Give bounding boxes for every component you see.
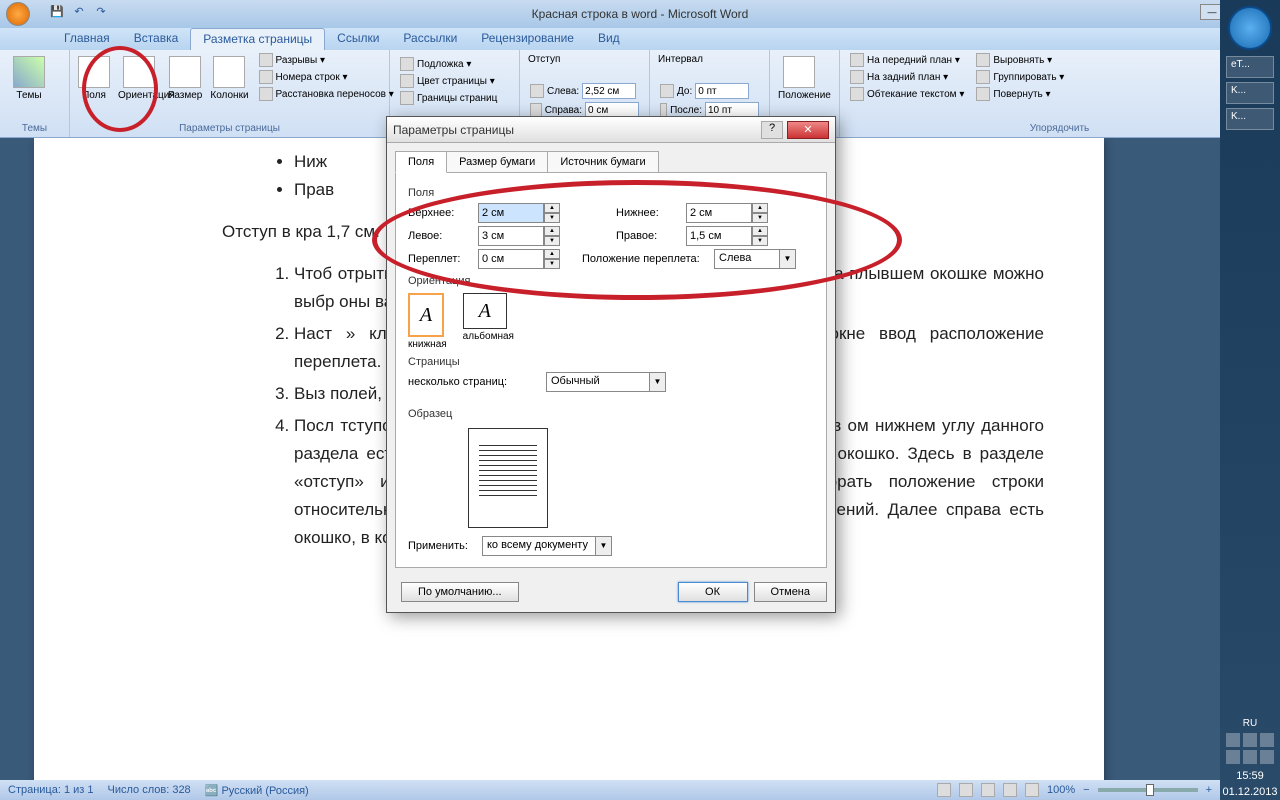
watermark-button[interactable]: Подложка ▾ [396, 56, 513, 72]
dialog-tab-margins[interactable]: Поля [395, 151, 447, 173]
taskbar-item[interactable]: K... [1226, 108, 1274, 130]
tray-icon[interactable] [1260, 750, 1274, 764]
tray-icon[interactable] [1243, 750, 1257, 764]
margin-top-input[interactable] [478, 203, 544, 223]
indent-left-input[interactable] [582, 83, 636, 99]
dialog-title: Параметры страницы [393, 123, 761, 137]
view-reading-icon[interactable] [959, 783, 973, 797]
taskbar-item[interactable]: K... [1226, 82, 1274, 104]
view-web-icon[interactable] [981, 783, 995, 797]
breaks-button[interactable]: Разрывы ▾ [255, 52, 398, 68]
margin-bottom-input[interactable] [686, 203, 752, 223]
status-page[interactable]: Страница: 1 из 1 [8, 784, 94, 796]
send-back-button[interactable]: На задний план ▾ [846, 69, 968, 85]
save-icon[interactable]: 💾 [48, 5, 66, 23]
multiple-pages-combo[interactable]: Обычный▼ [546, 372, 666, 392]
status-language[interactable]: 🔤 Русский (Россия) [205, 784, 309, 797]
titlebar: 💾 ↶ ↷ Красная строка в word - Microsoft … [0, 0, 1280, 28]
zoom-slider[interactable] [1098, 788, 1198, 792]
view-draft-icon[interactable] [1025, 783, 1039, 797]
tab-insert[interactable]: Вставка [122, 28, 191, 50]
tab-references[interactable]: Ссылки [325, 28, 391, 50]
margin-left-input[interactable] [478, 226, 544, 246]
windows-taskbar: eT... K... K... RU 15:59 01.12.2013 [1220, 0, 1280, 800]
status-words[interactable]: Число слов: 328 [108, 784, 191, 796]
cancel-button[interactable]: Отмена [754, 582, 827, 602]
tab-review[interactable]: Рецензирование [469, 28, 586, 50]
dialog-tab-paper[interactable]: Размер бумаги [446, 151, 548, 173]
start-button[interactable] [1228, 6, 1272, 50]
tray-icon[interactable] [1226, 750, 1240, 764]
margins-button[interactable]: Поля [76, 52, 112, 123]
undo-icon[interactable]: ↶ [70, 5, 88, 23]
clock-date[interactable]: 01.12.2013 [1220, 784, 1280, 800]
rotate-button[interactable]: Повернуть ▾ [972, 86, 1068, 102]
status-bar: Страница: 1 из 1 Число слов: 328 🔤 Русск… [0, 780, 1220, 800]
office-button[interactable] [4, 0, 40, 28]
align-button[interactable]: Выровнять ▾ [972, 52, 1068, 68]
clock-time[interactable]: 15:59 [1220, 768, 1280, 784]
redo-icon[interactable]: ↷ [92, 5, 110, 23]
spacing-before-input[interactable] [695, 83, 749, 99]
text-wrap-button[interactable]: Обтекание текстом ▾ [846, 86, 968, 102]
gutter-position-combo[interactable]: Слева▼ [714, 249, 796, 269]
tray-icon[interactable] [1260, 733, 1274, 747]
tab-view[interactable]: Вид [586, 28, 632, 50]
page-setup-dialog: Параметры страницы ? ✕ Поля Размер бумаг… [386, 116, 836, 613]
preview-box [468, 428, 548, 528]
orientation-portrait[interactable]: A книжная [408, 293, 447, 350]
indent-right-icon [530, 103, 542, 117]
page-borders-button[interactable]: Границы страниц [396, 90, 513, 106]
view-outline-icon[interactable] [1003, 783, 1017, 797]
orientation-button[interactable]: Ориентация [116, 52, 162, 123]
tab-mailings[interactable]: Рассылки [391, 28, 469, 50]
window-title: Красная строка в word - Microsoft Word [532, 7, 749, 21]
margin-right-input[interactable] [686, 226, 752, 246]
zoom-out-button[interactable]: − [1083, 784, 1089, 796]
ok-button[interactable]: ОК [678, 582, 748, 602]
tab-page-layout[interactable]: Разметка страницы [190, 28, 325, 50]
taskbar-item[interactable]: eT... [1226, 56, 1274, 78]
orientation-landscape[interactable]: A альбомная [463, 293, 514, 350]
default-button[interactable]: По умолчанию... [401, 582, 519, 602]
bring-front-button[interactable]: На передний план ▾ [846, 52, 968, 68]
hyphenation-button[interactable]: Расстановка переносов ▾ [255, 86, 398, 102]
language-indicator[interactable]: RU [1220, 718, 1280, 729]
apply-to-combo[interactable]: ко всему документу▼ [482, 536, 612, 556]
page-color-button[interactable]: Цвет страницы ▾ [396, 73, 513, 89]
indent-left-icon [530, 84, 544, 98]
spacing-before-icon [660, 84, 674, 98]
dialog-close-button[interactable]: ✕ [787, 121, 829, 139]
size-button[interactable]: Размер [166, 52, 204, 123]
quick-access-toolbar: 💾 ↶ ↷ [48, 5, 110, 23]
ribbon-tabs: Главная Вставка Разметка страницы Ссылки… [0, 28, 1280, 50]
themes-button[interactable]: Темы [6, 52, 52, 123]
view-print-icon[interactable] [937, 783, 951, 797]
tray-icon[interactable] [1243, 733, 1257, 747]
line-numbers-button[interactable]: Номера строк ▾ [255, 69, 398, 85]
columns-button[interactable]: Колонки [208, 52, 250, 123]
group-button[interactable]: Группировать ▾ [972, 69, 1068, 85]
tab-home[interactable]: Главная [52, 28, 122, 50]
gutter-input[interactable] [478, 249, 544, 269]
dialog-help-button[interactable]: ? [761, 121, 783, 139]
zoom-level[interactable]: 100% [1047, 784, 1075, 796]
spacing-after-icon [660, 103, 667, 117]
zoom-in-button[interactable]: + [1206, 784, 1212, 796]
tray-icon[interactable] [1226, 733, 1240, 747]
dialog-tab-source[interactable]: Источник бумаги [547, 151, 658, 173]
